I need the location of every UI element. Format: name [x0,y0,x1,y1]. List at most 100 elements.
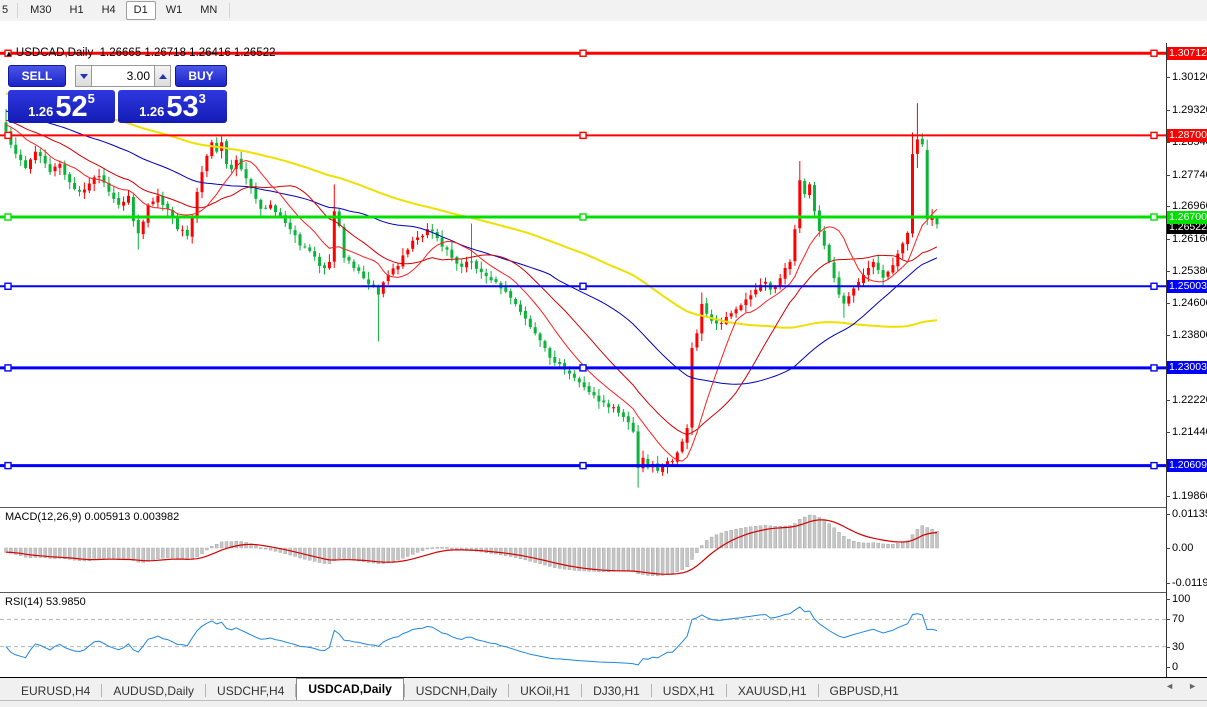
line-marker[interactable] [1150,282,1158,290]
axis-tick [1166,110,1170,112]
line-marker[interactable] [1150,461,1158,470]
timeframe-d1[interactable]: D1 [125,1,156,20]
line-marker[interactable] [4,461,12,470]
tab-gbpusd-h1[interactable]: GBPUSD,H1 [819,682,910,700]
timeframe-h1[interactable]: H1 [62,1,92,20]
price-grid-label: 1.21440 [1172,425,1207,438]
pane-divider[interactable] [0,592,1207,593]
sell-button[interactable]: SELL [8,65,66,87]
tab-scroll-right-icon[interactable]: ► [1188,681,1197,691]
chart-window: 1.301201.293201.285401.277401.269601.261… [0,21,1207,698]
axis-tick [1166,141,1170,143]
axis-tick [1166,599,1170,600]
axis-tick [1166,174,1170,176]
tab-usdcnh-daily[interactable]: USDCNH,Daily [405,682,508,700]
price-grid-label: 1.27740 [1172,168,1207,181]
price-axis[interactable]: 1.301201.293201.285401.277401.269601.261… [1166,43,1207,677]
tab-ukoil-h1[interactable]: UKOil,H1 [509,682,581,700]
macd-signal-line [5,519,938,575]
line-marker[interactable] [1150,213,1158,221]
axis-tick [1166,646,1170,648]
line-marker[interactable] [4,282,12,290]
tab-scroll-left-icon[interactable]: ◄ [1165,681,1174,691]
price-grid-label: 1.30120 [1172,71,1207,84]
macd-axis-label: 0.01135 [1172,508,1207,521]
line-marker[interactable] [579,282,587,290]
line-marker[interactable] [579,49,587,57]
ask-price-pip: 3 [198,91,206,106]
triangle-up-icon [158,73,167,79]
timeframe-w1[interactable]: W1 [158,1,191,20]
ask-price-panel[interactable]: 1.26 53 3 [118,90,227,123]
line-marker[interactable] [4,364,12,372]
line-marker[interactable] [1150,364,1158,372]
chart-corner-icon: ▲ [5,49,13,58]
axis-tick [1166,431,1170,433]
axis-tick [1166,206,1170,208]
axis-tick [1166,335,1170,337]
macd-indicator-label: MACD(12,26,9) 0.005913 0.003982 [5,511,180,523]
price-grid-label: 1.22220 [1172,393,1207,406]
axis-tick [1166,399,1170,401]
bid-price-main: 52 [55,91,88,123]
price-grid-label: 1.26160 [1172,233,1207,246]
axis-tick [1166,77,1170,79]
axis-tick [1166,583,1170,585]
price-badge-1.28700: 1.28700 [1167,128,1207,142]
tab-usdchf-h4[interactable]: USDCHF,H4 [206,682,295,700]
line-marker[interactable] [579,461,587,470]
line-marker[interactable] [579,213,587,221]
line-marker[interactable] [4,131,12,140]
axis-tick [1166,302,1170,304]
tab-usdx-h1[interactable]: USDX,H1 [652,682,726,700]
axis-tick [1166,270,1170,272]
ma-line-21 [5,119,938,436]
rsi-indicator-label: RSI(14) 53.9850 [5,596,86,608]
rsi-axis-label: 0 [1172,661,1179,673]
tab-usdcad-daily[interactable]: USDCAD,Daily [296,678,404,700]
tab-eurusd-h4[interactable]: EURUSD,H4 [10,682,101,700]
bid-price-pip: 5 [87,91,95,106]
timeframe-5[interactable]: 5 [0,1,13,20]
price-badge-1.26700: 1.26700 [1167,210,1207,224]
price-badge-1.30712: 1.30712 [1167,46,1207,60]
volume-input[interactable] [92,65,154,87]
price-badge-1.25003: 1.25003 [1167,279,1207,293]
macd-histogram [4,514,939,577]
pane-divider[interactable] [0,507,1207,508]
macd-axis-label: -0.01190 [1172,577,1207,590]
timeframe-h4[interactable]: H4 [94,1,124,20]
chart-symbol-label: USDCAD,Daily [15,47,94,59]
volume-decrease-button[interactable] [75,65,92,87]
triangle-down-icon [79,73,88,79]
line-marker[interactable] [579,364,587,372]
line-marker[interactable] [1150,131,1158,140]
volume-increase-button[interactable] [154,65,171,87]
line-marker[interactable] [4,213,12,221]
ask-price-prefix: 1.26 [139,104,165,119]
axis-tick [1166,667,1170,668]
chart-ohlc-values: 1.26665 1.26718 1.26416 1.26522 [99,47,276,59]
line-marker[interactable] [1150,49,1158,57]
price-grid-label: 1.23800 [1172,329,1207,342]
tab-xauusd-h1[interactable]: XAUUSD,H1 [727,682,818,700]
bid-price-panel[interactable]: 1.26 52 5 [8,90,115,123]
axis-tick [1166,548,1170,549]
tab-dj30-h1[interactable]: DJ30,H1 [582,682,651,700]
rsi-axis-label: 30 [1172,640,1185,653]
mt4-window: 5M30H1H4D1W1MN 1.301201.293201.285401.27… [0,0,1207,707]
toolbar-separator [17,3,19,18]
candlestick-series [4,103,939,488]
timeframe-m30[interactable]: M30 [22,1,59,20]
trade-widget: SELL BUY 1.26 52 5 1.26 53 3 [8,65,227,123]
price-grid-label: 1.24600 [1172,296,1207,309]
toolbar-separator [229,3,231,18]
axis-tick [1166,619,1170,621]
axis-tick [1166,239,1170,241]
buy-button[interactable]: BUY [175,65,227,87]
rsi-pane[interactable] [0,593,1166,677]
price-grid-label: 1.25380 [1172,264,1207,277]
timeframe-mn[interactable]: MN [192,1,225,20]
tab-audusd-daily[interactable]: AUDUSD,Daily [102,682,205,700]
line-marker[interactable] [579,131,587,140]
